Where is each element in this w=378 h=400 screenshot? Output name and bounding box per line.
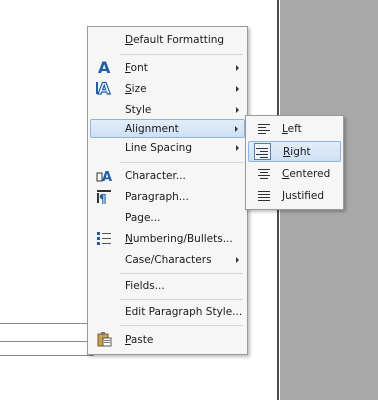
menu-item-label: umbering/Bullets... [132, 232, 233, 245]
align-left-icon [258, 124, 270, 134]
svg-text:¶: ¶ [99, 192, 107, 204]
menu-item-label: Character... [125, 169, 186, 182]
submenu-arrow-icon [236, 144, 239, 151]
menu-item-case-characters[interactable]: Case/Characters [90, 250, 245, 269]
menu-item-label: aste [130, 333, 154, 346]
alignment-submenu: Left Right Centered Justified [245, 115, 344, 210]
font-icon: A [98, 59, 111, 75]
menu-item-label: Style [125, 103, 152, 116]
menu-item-alignment[interactable]: Alignment [90, 119, 245, 138]
table-line [0, 341, 94, 342]
context-menu: Default Formatting A Font A Size Style A… [87, 26, 248, 355]
menu-item-label: Fields... [125, 279, 165, 292]
menu-item-fields[interactable]: Fields... [90, 276, 245, 295]
menu-item-paste[interactable]: Paste [90, 330, 245, 349]
menu-item-label: efault Formatting [133, 33, 225, 46]
menu-item-edit-paragraph-style[interactable]: Edit Paragraph Style... [90, 302, 245, 321]
menu-item-size[interactable]: A Size [90, 79, 245, 98]
svg-text:A: A [98, 80, 111, 96]
menu-item-label: Alignment [125, 122, 179, 135]
paragraph-icon: ¶ [97, 190, 111, 204]
font-size-icon: A [96, 80, 112, 96]
submenu-item-justified[interactable]: Justified [248, 186, 341, 205]
submenu-arrow-icon [236, 256, 239, 263]
menu-item-label: Page... [125, 211, 161, 224]
menu-separator [120, 273, 243, 274]
menu-item-label: Line Spacing [125, 141, 192, 154]
mnemonic: S [125, 82, 132, 95]
submenu-item-label: ustified [285, 189, 325, 202]
svg-text:A: A [102, 170, 112, 183]
submenu-arrow-icon [236, 85, 239, 92]
numbering-bullets-icon [97, 232, 111, 245]
submenu-item-label: eft [287, 122, 302, 135]
table-line [0, 323, 94, 324]
menu-separator [120, 299, 243, 300]
menu-item-default-formatting[interactable]: Default Formatting [90, 30, 245, 49]
menu-item-numbering-bullets[interactable]: Numbering/Bullets... [90, 229, 245, 248]
submenu-item-label: entered [289, 167, 331, 180]
menu-separator [120, 54, 243, 55]
submenu-item-label: ight [290, 145, 311, 158]
menu-separator [120, 162, 243, 163]
submenu-arrow-icon [236, 106, 239, 113]
mnemonic: D [125, 33, 134, 46]
align-justify-icon [258, 191, 270, 201]
align-center-icon [258, 169, 270, 179]
menu-item-line-spacing[interactable]: Line Spacing [90, 138, 245, 157]
menu-item-font[interactable]: A Font [90, 58, 245, 77]
submenu-item-centered[interactable]: Centered [248, 164, 341, 183]
svg-text:A: A [98, 59, 111, 75]
character-icon: A [96, 170, 112, 183]
menu-separator [120, 325, 243, 326]
menu-item-character[interactable]: A Character... [90, 166, 245, 185]
menu-item-label: Edit Paragraph Style... [125, 305, 243, 318]
menu-item-paragraph[interactable]: ¶ Paragraph... [90, 187, 245, 206]
menu-item-label: Paragraph... [125, 190, 189, 203]
submenu-item-right[interactable]: Right [248, 141, 341, 162]
menu-item-label: ont [130, 61, 148, 74]
paste-icon [97, 332, 112, 347]
mnemonic: N [125, 232, 133, 245]
submenu-arrow-icon [236, 64, 239, 71]
submenu-item-left[interactable]: Left [248, 119, 341, 138]
table-line [0, 355, 94, 356]
submenu-arrow-icon [235, 125, 238, 132]
align-right-icon [256, 148, 268, 158]
menu-item-label: Case/Characters [125, 253, 212, 266]
menu-item-label: ize [131, 82, 147, 95]
menu-item-page[interactable]: Page... [90, 208, 245, 227]
menu-item-style[interactable]: Style [90, 100, 245, 119]
